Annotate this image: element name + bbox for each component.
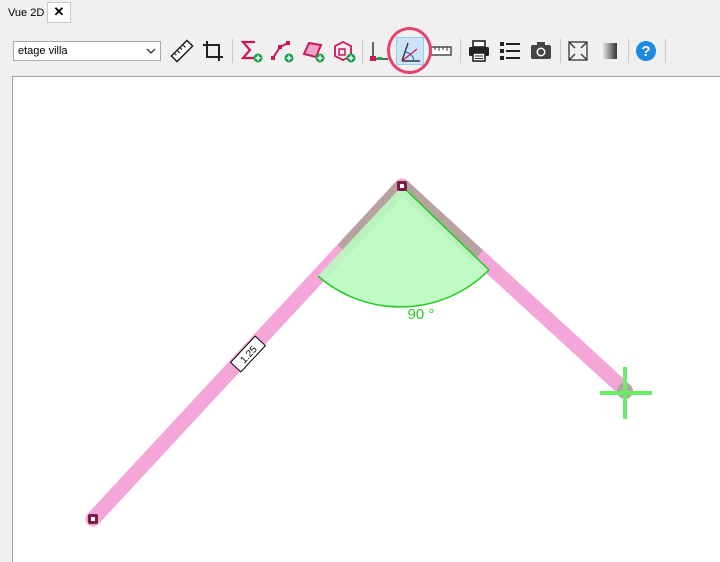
floor-select-value: etage villa <box>18 45 68 57</box>
toolbar: etage villa ? <box>0 26 720 76</box>
help-icon: ? <box>636 41 656 61</box>
toolbar-separator <box>560 39 561 63</box>
list-icon <box>500 42 520 60</box>
tab-title[interactable]: Vue 2D <box>8 7 44 19</box>
gradient-button[interactable] <box>595 37 623 65</box>
tab-bar: Vue 2D ✕ <box>0 0 720 26</box>
fit-screen-button[interactable] <box>564 37 592 65</box>
help-button[interactable]: ? <box>632 37 660 65</box>
scale-button[interactable] <box>427 37 455 65</box>
axis-button[interactable] <box>365 37 393 65</box>
crop-button[interactable] <box>199 37 227 65</box>
angle-value-label: 90 ° <box>408 306 435 323</box>
sum-button[interactable] <box>237 37 265 65</box>
toolbar-separator <box>628 39 629 63</box>
camera-icon <box>531 42 551 59</box>
close-icon[interactable]: ✕ <box>47 2 71 23</box>
snapshot-button[interactable] <box>527 37 555 65</box>
axis-icon <box>370 42 388 61</box>
toolbar-separator <box>665 39 666 63</box>
angle-button[interactable] <box>396 37 424 65</box>
printer-icon <box>469 40 489 62</box>
print-button[interactable] <box>465 37 493 65</box>
sum-add-icon <box>240 40 263 63</box>
svg-text:?: ? <box>641 43 650 60</box>
toolbar-separator <box>460 39 461 63</box>
drawing-canvas[interactable]: 90 ° 1.25 <box>12 76 720 562</box>
polyline-button[interactable] <box>268 37 296 65</box>
vertex-node-center <box>400 184 404 188</box>
crop-icon <box>203 41 223 61</box>
floor-select[interactable]: etage villa <box>13 41 161 61</box>
vertex-node-center <box>91 517 95 521</box>
measure-button[interactable] <box>168 37 196 65</box>
list-button[interactable] <box>496 37 524 65</box>
drawing-surface: 90 ° 1.25 <box>85 178 652 527</box>
polyline-add-icon <box>271 41 294 63</box>
toolbar-separator <box>362 39 363 63</box>
object-add-icon <box>334 40 356 63</box>
toolbar-separator <box>232 39 233 63</box>
object-button[interactable] <box>330 37 358 65</box>
fit-screen-icon <box>568 41 588 61</box>
chevron-down-icon <box>146 48 156 54</box>
polygon-button[interactable] <box>299 37 327 65</box>
polygon-add-icon <box>302 41 325 63</box>
gradient-icon <box>601 43 617 59</box>
ruler-icon <box>170 39 194 63</box>
angle-icon <box>401 42 420 62</box>
scale-ruler-icon <box>430 46 452 56</box>
